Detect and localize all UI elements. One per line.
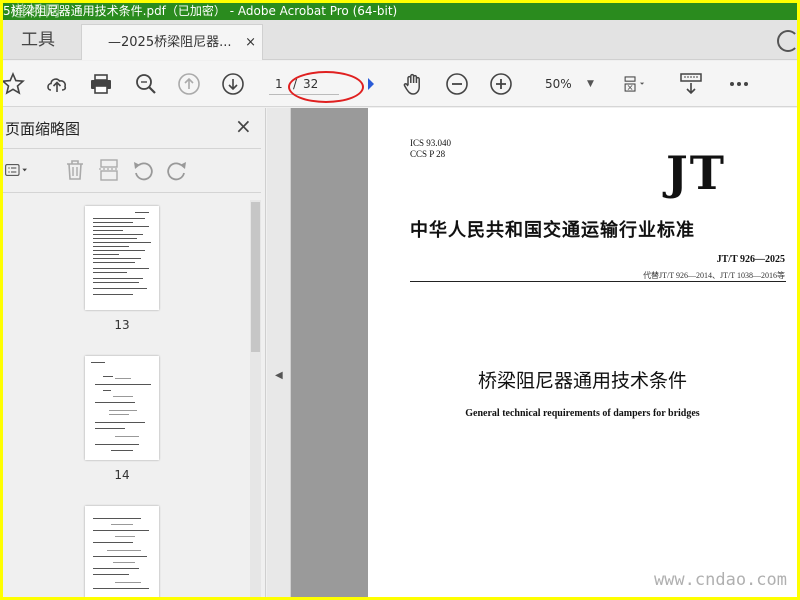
thumbnail-image bbox=[85, 206, 159, 310]
document-title-en: General technical requirements of damper… bbox=[465, 408, 700, 419]
thumbnail-page-number: 14 bbox=[114, 468, 130, 482]
extract-pages-icon[interactable] bbox=[97, 158, 121, 182]
window-title: 5桥梁阻尼器通用技术条件.pdf（已加密） - Adobe Acrobat Pr… bbox=[3, 4, 398, 18]
bookmark-star-icon[interactable] bbox=[3, 72, 25, 96]
thumbnail-image bbox=[85, 356, 159, 460]
jt-logo: JT bbox=[666, 146, 726, 200]
panel-close-button[interactable]: × bbox=[235, 114, 252, 138]
tab-close-button[interactable]: × bbox=[245, 25, 256, 61]
thumbnail-page-13[interactable]: 13 bbox=[85, 206, 159, 332]
thumbnail-page-14[interactable]: 14 bbox=[85, 356, 159, 482]
thumbnail-panel: 页面缩略图 × 13 14 bbox=[3, 108, 266, 597]
thumbnail-tools bbox=[3, 150, 261, 190]
scrollbar-thumb[interactable] bbox=[251, 202, 260, 352]
watermark-logo-text: 道桥网 bbox=[11, 3, 63, 20]
zoom-select[interactable]: 50% ▼ bbox=[535, 72, 605, 96]
divider bbox=[3, 192, 261, 193]
industry-standard-heading: 中华人民共和国交通运输行业标准 bbox=[410, 220, 695, 241]
zoom-search-icon[interactable] bbox=[134, 72, 158, 96]
toolbar: 1 / 32 50% ▼ bbox=[3, 61, 797, 107]
tab-tools[interactable]: 工具 bbox=[3, 20, 73, 60]
replaces-note: 代替JT/T 926—2014、JT/T 1038—2016等 bbox=[643, 271, 785, 280]
horizontal-rule bbox=[410, 281, 786, 282]
document-view: ICS 93.040 CCS P 28 JT 中华人民共和国交通运输行业标准 J… bbox=[291, 108, 797, 597]
trash-icon[interactable] bbox=[63, 158, 87, 182]
panel-scrollbar[interactable] bbox=[250, 200, 261, 597]
standard-classification: ICS 93.040 CCS P 28 bbox=[410, 138, 451, 160]
page-display-icon[interactable] bbox=[623, 72, 657, 96]
pdf-page: ICS 93.040 CCS P 28 JT 中华人民共和国交通运输行业标准 J… bbox=[368, 108, 797, 597]
scroll-mode-icon[interactable] bbox=[679, 72, 703, 96]
title-bar: 5桥梁阻尼器通用技术条件.pdf（已加密） - Adobe Acrobat Pr… bbox=[3, 3, 797, 20]
options-menu-icon[interactable] bbox=[5, 158, 41, 182]
chevron-down-icon: ▼ bbox=[587, 79, 594, 89]
collapse-arrow-icon[interactable]: ◀ bbox=[275, 370, 283, 381]
panel-collapse-strip[interactable]: ◀ bbox=[267, 108, 291, 597]
more-options-icon[interactable] bbox=[727, 72, 751, 96]
rotate-left-icon[interactable] bbox=[131, 158, 155, 182]
site-watermark: www.cndao.com bbox=[653, 570, 787, 590]
tab-document[interactable]: —2025桥梁阻尼器... × bbox=[81, 24, 263, 60]
document-title-cn: 桥梁阻尼器通用技术条件 bbox=[477, 370, 687, 392]
rotate-right-icon[interactable] bbox=[165, 158, 189, 182]
ics-code: ICS 93.040 bbox=[410, 138, 452, 148]
thumbnail-page-15[interactable] bbox=[85, 506, 159, 597]
thumbnail-page-number: 13 bbox=[114, 318, 130, 332]
page-gutter bbox=[291, 108, 368, 597]
help-icon[interactable] bbox=[777, 30, 797, 52]
thumbnail-image bbox=[85, 506, 159, 597]
zoom-out-icon[interactable] bbox=[445, 72, 469, 96]
standard-code: JT/T 926—2025 bbox=[716, 254, 785, 265]
previous-page-icon[interactable] bbox=[177, 72, 201, 96]
next-page-icon[interactable] bbox=[221, 72, 245, 96]
upload-cloud-icon[interactable] bbox=[45, 72, 69, 96]
panel-title: 页面缩略图 bbox=[5, 120, 81, 138]
tab-bar: 工具 —2025桥梁阻尼器... × bbox=[3, 20, 797, 60]
hand-tool-icon[interactable] bbox=[401, 72, 425, 96]
zoom-value: 50% bbox=[545, 77, 572, 91]
print-icon[interactable] bbox=[89, 72, 113, 96]
page-current-input[interactable]: 1 bbox=[275, 72, 283, 96]
divider bbox=[3, 148, 261, 149]
ccs-code: CCS P 28 bbox=[410, 149, 446, 159]
app-window: 5桥梁阻尼器通用技术条件.pdf（已加密） - Adobe Acrobat Pr… bbox=[3, 3, 797, 597]
zoom-in-icon[interactable] bbox=[489, 72, 513, 96]
tab-document-label: —2025桥梁阻尼器... bbox=[108, 35, 232, 50]
annotation-red-circle bbox=[288, 71, 364, 103]
